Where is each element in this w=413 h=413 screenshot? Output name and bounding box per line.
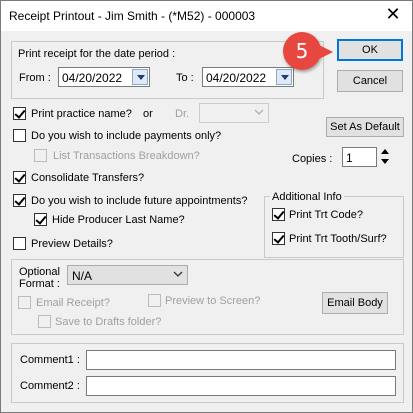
close-icon[interactable]: ✕ [384, 5, 402, 25]
payments-only-label[interactable]: Do you wish to include payments only? [31, 130, 221, 142]
or-label: or [143, 108, 153, 120]
copies-value: 1 [346, 151, 353, 165]
comment1-input[interactable] [86, 350, 396, 370]
pointer-arrow-icon [319, 45, 333, 59]
decrement-icon[interactable] [380, 157, 390, 167]
comment2-input[interactable] [86, 376, 396, 396]
increment-icon[interactable] [380, 147, 390, 157]
cancel-button[interactable]: Cancel [337, 70, 403, 92]
email-receipt-checkbox[interactable] [18, 296, 31, 309]
hide-producer-checkbox[interactable] [34, 213, 47, 226]
set-as-default-button[interactable]: Set As Default [326, 117, 404, 137]
from-date-value: 04/20/2022 [62, 71, 123, 85]
from-date-picker[interactable]: 04/20/2022 [58, 67, 150, 87]
receipt-printout-dialog: Receipt Printout - Jim Smith - (*M52) - … [0, 0, 413, 413]
print-trt-tooth-checkbox[interactable] [272, 232, 285, 245]
doctor-select[interactable] [199, 103, 269, 123]
format-select-value: N/A [72, 269, 93, 283]
print-trt-code-label[interactable]: Print Trt Code? [289, 209, 363, 221]
to-date-picker[interactable]: 04/20/2022 [202, 67, 294, 87]
from-label: From : [19, 72, 51, 84]
additional-info-title: Additional Info [270, 191, 344, 203]
from-date-dropdown-icon[interactable] [132, 69, 148, 85]
window-title: Receipt Printout - Jim Smith - (*M52) - … [9, 9, 256, 23]
list-transactions-checkbox[interactable] [34, 149, 47, 162]
hide-producer-label[interactable]: Hide Producer Last Name? [52, 214, 185, 226]
preview-details-checkbox[interactable] [13, 237, 26, 250]
copies-stepper[interactable] [380, 147, 390, 167]
copies-label: Copies : [292, 153, 333, 165]
preview-details-label[interactable]: Preview Details? [31, 238, 113, 250]
format-label: Format : [19, 278, 60, 290]
to-date-dropdown-icon[interactable] [276, 69, 292, 85]
email-receipt-label[interactable]: Email Receipt? [36, 297, 110, 309]
comment1-label: Comment1 : [20, 354, 80, 366]
consolidate-transfers-checkbox[interactable] [13, 171, 26, 184]
save-drafts-label[interactable]: Save to Drafts folder? [55, 316, 161, 328]
consolidate-transfers-label[interactable]: Consolidate Transfers? [31, 172, 144, 184]
chevron-down-icon [173, 271, 183, 277]
step-number-badge: 5 [283, 32, 321, 70]
format-select[interactable]: N/A [67, 265, 188, 285]
copies-input[interactable]: 1 [342, 147, 377, 167]
period-label: Print receipt for the date period : [18, 48, 176, 60]
preview-screen-label[interactable]: Preview to Screen? [165, 295, 260, 307]
future-appointments-label[interactable]: Do you wish to include future appointmen… [31, 195, 247, 207]
list-transactions-label[interactable]: List Transactions Breakdown? [53, 150, 200, 162]
comment2-label: Comment2 : [20, 380, 80, 392]
payments-only-checkbox[interactable] [13, 129, 26, 142]
chevron-down-icon [254, 109, 264, 115]
to-date-value: 04/20/2022 [206, 71, 267, 85]
print-trt-tooth-label[interactable]: Print Trt Tooth/Surf? [289, 233, 387, 245]
optional-label: Optional [19, 266, 60, 278]
to-label: To : [176, 72, 194, 84]
save-drafts-checkbox[interactable] [38, 315, 51, 328]
print-practice-name-checkbox[interactable] [13, 107, 26, 120]
email-body-button[interactable]: Email Body [322, 292, 388, 314]
title-bar: Receipt Printout - Jim Smith - (*M52) - … [1, 1, 412, 31]
ok-button[interactable]: OK [337, 39, 403, 61]
additional-info-group [264, 196, 404, 258]
future-appointments-checkbox[interactable] [13, 194, 26, 207]
print-trt-code-checkbox[interactable] [272, 208, 285, 221]
preview-screen-checkbox[interactable] [148, 294, 161, 307]
dr-label: Dr. [175, 108, 190, 120]
print-practice-name-label[interactable]: Print practice name? [31, 108, 132, 120]
